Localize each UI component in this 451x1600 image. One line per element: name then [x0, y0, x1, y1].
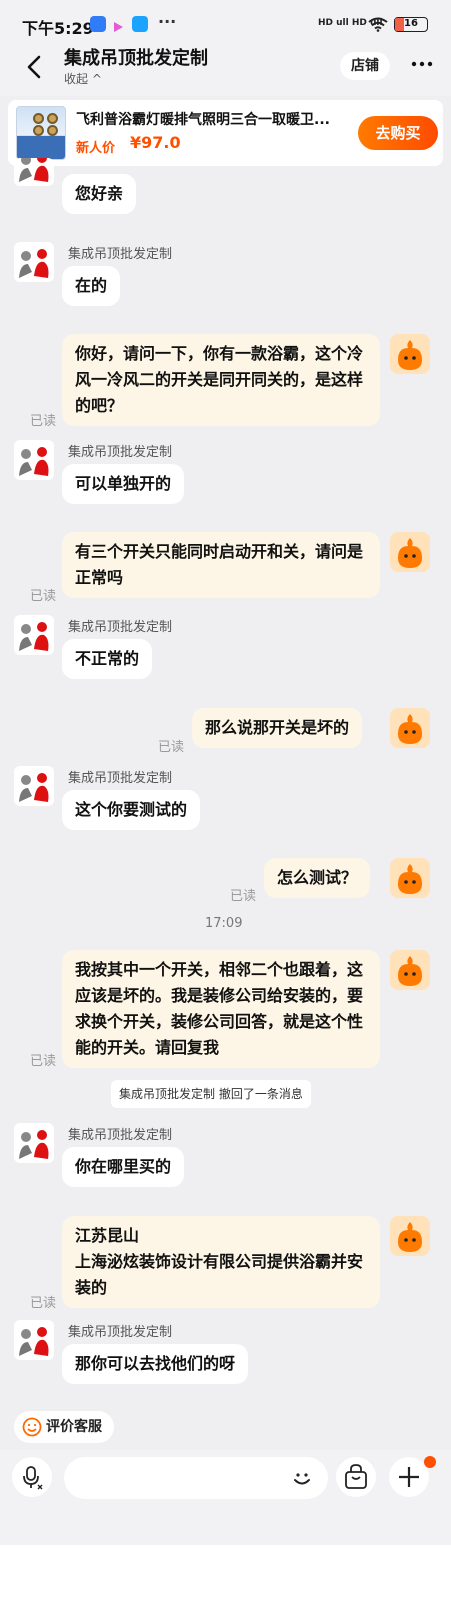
message-bubble[interactable]: 在的	[62, 266, 121, 306]
sender-name: 集成吊顶批发定制	[68, 1128, 173, 1143]
seller-avatar[interactable]	[14, 158, 54, 186]
read-receipt: 已读	[30, 589, 57, 604]
user-avatar[interactable]	[390, 708, 430, 748]
user-avatar[interactable]	[390, 334, 430, 374]
emoji-icon[interactable]	[290, 1466, 314, 1490]
message-bubble[interactable]: 怎么测试？	[264, 858, 371, 898]
message-bubble[interactable]: 我按其中一个开关，相邻二个也跟着，这应该是坏的。我是装修公司给安装的，要求换个开…	[62, 950, 380, 1068]
play-notification-icon	[112, 18, 124, 32]
seller-avatar[interactable]	[14, 242, 54, 282]
message-bubble[interactable]: 有三个开关只能同时启动开和关，请问是正常吗	[62, 532, 380, 598]
read-receipt: 已读	[230, 889, 257, 904]
message-input[interactable]	[64, 1457, 328, 1499]
chat-screen: 下午5:29 ··· HD ull HD ull 16 集成吊顶批发定制 收起 …	[0, 0, 451, 1545]
product-price: ¥97.0	[130, 133, 181, 152]
user-avatar[interactable]	[390, 950, 430, 990]
chat-title: 集成吊顶批发定制	[64, 48, 208, 69]
message-bubble[interactable]: 你在哪里买的	[62, 1147, 185, 1187]
more-options-icon[interactable]	[410, 52, 434, 76]
voice-icon	[23, 1466, 43, 1490]
message-timestamp: 17:09	[205, 916, 243, 931]
status-time: 下午5:29	[22, 19, 94, 38]
shopping-bag-icon	[345, 1464, 367, 1489]
collapse-toggle[interactable]: 收起 ^	[64, 70, 102, 87]
message-bubble[interactable]: 那么说那开关是坏的	[192, 708, 363, 748]
app-notification-icon	[90, 16, 106, 32]
price-label: 新人价	[76, 141, 116, 156]
message-notification-icon	[132, 16, 148, 32]
wifi-icon	[368, 17, 388, 32]
read-receipt: 已读	[30, 414, 57, 429]
shop-button[interactable]: 店铺	[340, 52, 390, 80]
plus-button[interactable]	[389, 1457, 429, 1497]
input-bar	[0, 1450, 451, 1545]
product-thumbnail	[16, 106, 66, 160]
sender-name: 集成吊顶批发定制	[68, 247, 173, 262]
user-avatar[interactable]	[390, 1216, 430, 1256]
sender-name: 集成吊顶批发定制	[68, 620, 173, 635]
chat-header: 集成吊顶批发定制 收起 ^ 店铺	[0, 40, 451, 96]
read-receipt: 已读	[30, 1296, 57, 1311]
message-bubble[interactable]: 这个你要测试的	[62, 790, 201, 830]
battery-icon: 16	[394, 17, 428, 32]
bag-button[interactable]	[336, 1457, 376, 1497]
user-avatar[interactable]	[390, 858, 430, 898]
plus-icon	[399, 1467, 419, 1487]
message-bubble[interactable]: 可以单独开的	[62, 464, 185, 504]
read-receipt: 已读	[30, 1054, 57, 1069]
message-bubble[interactable]: 你好，请问一下，你有一款浴霸，这个冷风一冷风二的开关是同开同关的，是这样的吧？	[62, 334, 380, 426]
message-bubble[interactable]: 那你可以去找他们的呀	[62, 1344, 249, 1384]
smile-icon	[22, 1417, 42, 1437]
more-notifications-icon: ···	[158, 12, 177, 31]
buy-button[interactable]: 去购买	[358, 116, 438, 150]
voice-button[interactable]	[12, 1457, 52, 1497]
read-receipt: 已读	[158, 740, 185, 755]
recall-notice: 集成吊顶批发定制 撤回了一条消息	[111, 1080, 311, 1108]
seller-avatar[interactable]	[14, 1320, 54, 1360]
product-card[interactable]: 飞利普浴霸灯暖排气照明三合一取暖卫... 新人价 ¥97.0 去购买	[8, 100, 443, 166]
seller-avatar[interactable]	[14, 440, 54, 480]
sender-name: 集成吊顶批发定制	[68, 771, 173, 786]
notification-dot	[424, 1456, 436, 1468]
sender-name: 集成吊顶批发定制	[68, 445, 173, 460]
rate-service-button[interactable]: 评价客服	[14, 1411, 114, 1443]
user-avatar[interactable]	[390, 532, 430, 572]
rate-service-label: 评价客服	[46, 1419, 102, 1435]
product-name: 飞利普浴霸灯暖排气照明三合一取暖卫...	[76, 112, 330, 128]
message-bubble[interactable]: 您好亲	[62, 174, 137, 214]
sender-name: 集成吊顶批发定制	[68, 1325, 173, 1340]
seller-avatar[interactable]	[14, 615, 54, 655]
message-bubble[interactable]: 江苏昆山 上海泌炫装饰设计有限公司提供浴霸并安装的	[62, 1216, 380, 1308]
seller-avatar[interactable]	[14, 766, 54, 806]
status-bar: 下午5:29 ··· HD ull HD ull 16	[0, 0, 451, 44]
seller-avatar[interactable]	[14, 1123, 54, 1163]
back-arrow-icon[interactable]	[22, 54, 48, 80]
message-bubble[interactable]: 不正常的	[62, 639, 153, 679]
